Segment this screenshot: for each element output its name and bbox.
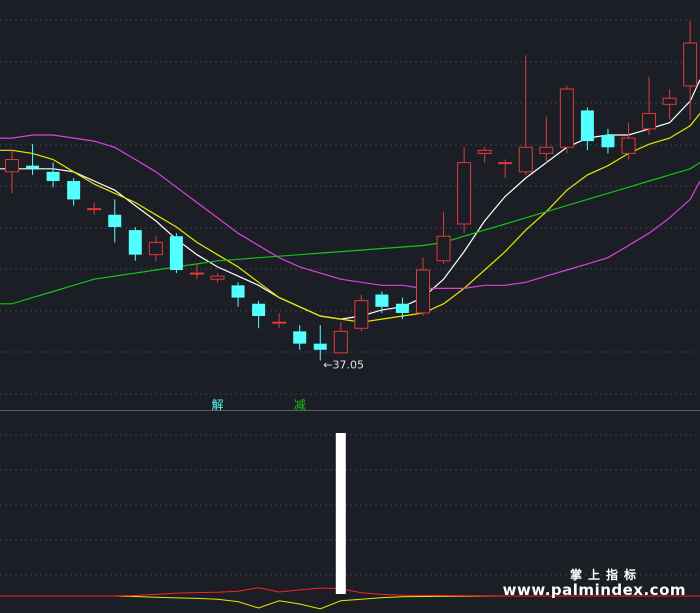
candle [210,273,225,283]
annotations: ←37.05 解 减 [212,359,364,412]
candle-body-down [128,230,142,255]
moving-average-lines [0,79,700,323]
candle-body-down [169,236,183,270]
candle-body-down [313,343,327,350]
candle [231,282,245,307]
candle [457,147,472,234]
candle-body-down [580,110,594,142]
candle-body-down [601,135,615,148]
chart-canvas: ←37.05 解 减 [0,19,700,610]
candle [169,233,183,274]
candle [416,257,430,317]
candle-body-down [252,303,266,317]
candle-body-up [333,330,348,354]
candle [477,147,492,163]
signal-label: 解 [212,398,224,412]
candle [252,300,266,329]
min-price-label: ←37.05 [323,359,364,372]
candle [128,227,142,261]
candle-body-up [662,97,677,105]
signal-bar [335,433,346,594]
candle-body-down [46,171,60,182]
candle-body-up [683,42,698,87]
candle [333,322,348,354]
candle [559,85,574,154]
candle-body-up [210,275,225,280]
candle-body-up [148,241,163,256]
candle [662,88,677,120]
moving-average-line-4 [0,162,700,305]
candle [621,122,636,160]
candle [642,76,657,135]
candle [148,236,163,261]
candle [46,162,60,188]
candle-body-down [375,294,389,307]
candle [580,107,594,151]
candle-body-up [87,208,102,211]
candle-body-up [477,149,492,154]
candle-body-up [621,137,636,154]
candle-body-down [231,285,245,298]
signal-label: 减 [294,398,306,412]
candle-body-down [395,303,409,313]
candle-body-up [189,272,204,275]
candle-body-up [539,146,554,154]
candle [272,312,287,329]
candle-body-down [108,214,122,228]
moving-average-line-1 [0,79,700,320]
watermark-url: www.palmindex.com [502,581,686,599]
candle [313,325,327,361]
candle-body-up [416,269,430,314]
candle [601,128,615,154]
candle [87,202,102,215]
candle-body-down [293,331,307,344]
candle [683,21,698,120]
candle-body-down [67,181,81,200]
candle-body-up [642,113,657,130]
candle-body-up [457,162,472,225]
candle-body-up [354,300,369,329]
candle-body-up [5,159,19,173]
grid-lines [0,19,700,576]
candle [518,55,533,175]
candle [108,199,122,243]
candle-body-up [436,235,451,262]
candle [354,294,369,332]
candle [67,177,81,206]
moving-average-line-3 [0,134,700,289]
candle [436,211,451,264]
candle-body-up [498,162,513,165]
candle [293,325,307,350]
candle-body-up [518,146,533,173]
candle [5,150,19,194]
candle [189,263,204,280]
candle-body-down [26,165,40,169]
candle [539,116,554,163]
candle-body-up [272,321,287,324]
candle-body-up [559,88,574,148]
candle [26,144,40,175]
candle [498,159,513,178]
